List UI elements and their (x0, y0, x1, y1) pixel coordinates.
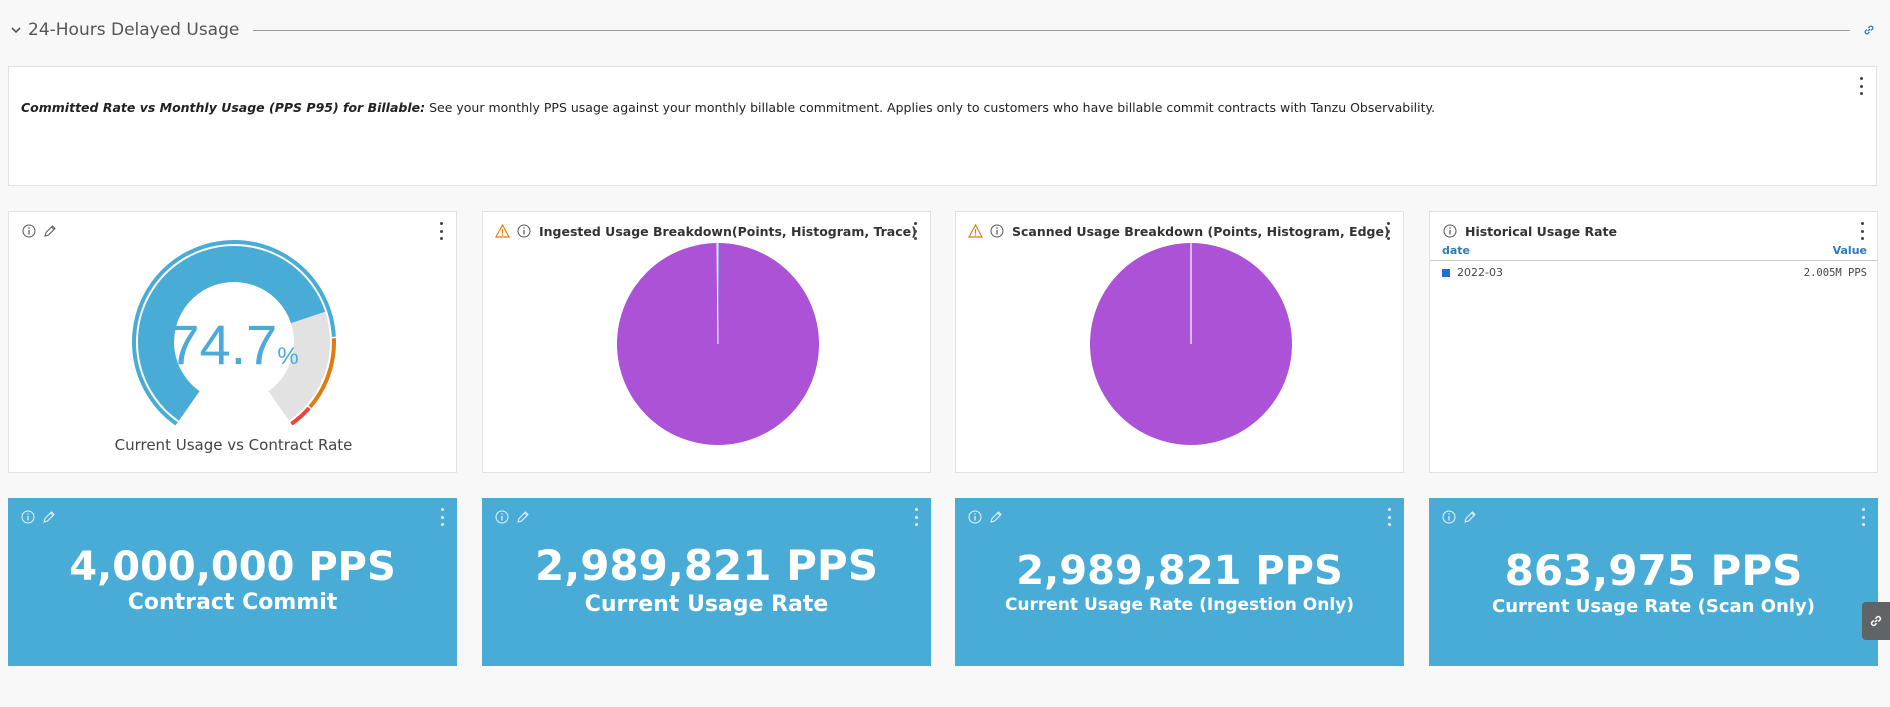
description-text: Committed Rate vs Monthly Usage (PPS P95… (21, 100, 1435, 115)
panel-header (21, 221, 57, 241)
panel-title: Ingested Usage Breakdown(Points, Histogr… (539, 223, 917, 239)
kebab-icon[interactable] (439, 508, 445, 526)
info-icon[interactable] (1441, 510, 1456, 525)
panel-header (20, 507, 56, 527)
info-icon[interactable] (21, 224, 36, 239)
panel-header (1441, 507, 1477, 527)
info-icon[interactable] (494, 510, 509, 525)
info-icon[interactable] (989, 224, 1004, 239)
pencil-icon[interactable] (1462, 510, 1477, 525)
stat-value: 2,989,821 PPS (1016, 548, 1343, 594)
stat-label: Current Usage Rate (584, 592, 829, 617)
kebab-icon[interactable] (912, 222, 918, 240)
chevron-down-icon[interactable] (8, 22, 24, 38)
warning-icon[interactable] (495, 224, 510, 239)
panel-header: Scanned Usage Breakdown (Points, Histogr… (968, 221, 1390, 241)
info-icon[interactable] (20, 510, 35, 525)
pencil-icon[interactable] (988, 510, 1003, 525)
pie-chart (1090, 243, 1292, 445)
kebab-icon[interactable] (1386, 508, 1392, 526)
pie-chart (617, 242, 819, 445)
gauge-value: 74.7% (9, 312, 458, 377)
panel-header (494, 507, 530, 527)
stat-tile-scan-usage: 863,975 PPS Current Usage Rate (Scan Onl… (1429, 498, 1878, 666)
gauge-panel: 74.7% Current Usage vs Contract Rate (8, 211, 457, 473)
history-table: date Value 2022-03 2.005M PPS (1430, 244, 1877, 279)
info-icon[interactable] (967, 510, 982, 525)
stat-value: 863,975 PPS (1504, 546, 1803, 595)
stat-tile-contract-commit: 4,000,000 PPS Contract Commit (8, 498, 457, 666)
link-icon[interactable] (1860, 21, 1878, 39)
pencil-icon[interactable] (515, 510, 530, 525)
description-bold: Committed Rate vs Monthly Usage (PPS P95… (21, 100, 426, 115)
table-row[interactable]: 2022-03 2.005M PPS (1430, 261, 1877, 279)
gauge-unit: % (277, 343, 299, 370)
stat-value: 4,000,000 PPS (69, 544, 396, 590)
table-header: date Value (1430, 244, 1877, 261)
kebab-icon[interactable] (1860, 508, 1866, 526)
description-body: See your monthly PPS usage against your … (429, 100, 1436, 115)
series-swatch (1442, 268, 1450, 277)
panel-title: Historical Usage Rate (1465, 223, 1617, 239)
stat-tile-current-usage: 2,989,821 PPS Current Usage Rate (482, 498, 931, 666)
row-date: 2022-03 (1442, 266, 1503, 279)
stat-tile-ingestion-usage: 2,989,821 PPS Current Usage Rate (Ingest… (955, 498, 1404, 666)
info-icon[interactable] (516, 224, 531, 239)
pencil-icon[interactable] (41, 510, 56, 525)
link-icon (1870, 615, 1882, 627)
kebab-icon[interactable] (1385, 222, 1391, 240)
warning-icon[interactable] (968, 224, 983, 239)
description-panel: Committed Rate vs Monthly Usage (PPS P95… (8, 66, 1877, 186)
stat-value: 2,989,821 PPS (535, 541, 878, 590)
panel-header (967, 507, 1003, 527)
history-panel: Historical Usage Rate date Value 2022-03… (1429, 211, 1878, 473)
panel-header: Historical Usage Rate (1442, 221, 1617, 241)
stat-label: Contract Commit (127, 590, 338, 615)
section-title[interactable]: 24-Hours Delayed Usage (28, 20, 239, 40)
kebab-icon[interactable] (1859, 222, 1865, 240)
section-divider (253, 29, 1850, 31)
share-link-tab[interactable] (1862, 602, 1890, 640)
panel-header: Ingested Usage Breakdown(Points, Histogr… (495, 221, 917, 241)
column-header-value[interactable]: Value (1833, 244, 1867, 257)
pencil-icon[interactable] (42, 224, 57, 239)
stat-label: Current Usage Rate (Scan Only) (1492, 596, 1815, 617)
info-icon[interactable] (1442, 224, 1457, 239)
kebab-icon[interactable] (1858, 77, 1864, 95)
gauge-label: Current Usage vs Contract Rate (114, 436, 353, 454)
gauge-number: 74.7 (168, 313, 278, 376)
row-date-text: 2022-03 (1457, 266, 1503, 279)
row-value: 2.005M PPS (1803, 266, 1867, 279)
kebab-icon[interactable] (913, 508, 919, 526)
ingested-panel: Ingested Usage Breakdown(Points, Histogr… (482, 211, 931, 473)
kebab-icon[interactable] (438, 222, 444, 240)
panel-title: Scanned Usage Breakdown (Points, Histogr… (1012, 223, 1390, 239)
section-header: 24-Hours Delayed Usage (8, 18, 1878, 42)
scanned-panel: Scanned Usage Breakdown (Points, Histogr… (955, 211, 1404, 473)
stat-label: Current Usage Rate (Ingestion Only) (1004, 595, 1355, 615)
column-header-date[interactable]: date (1442, 244, 1470, 257)
